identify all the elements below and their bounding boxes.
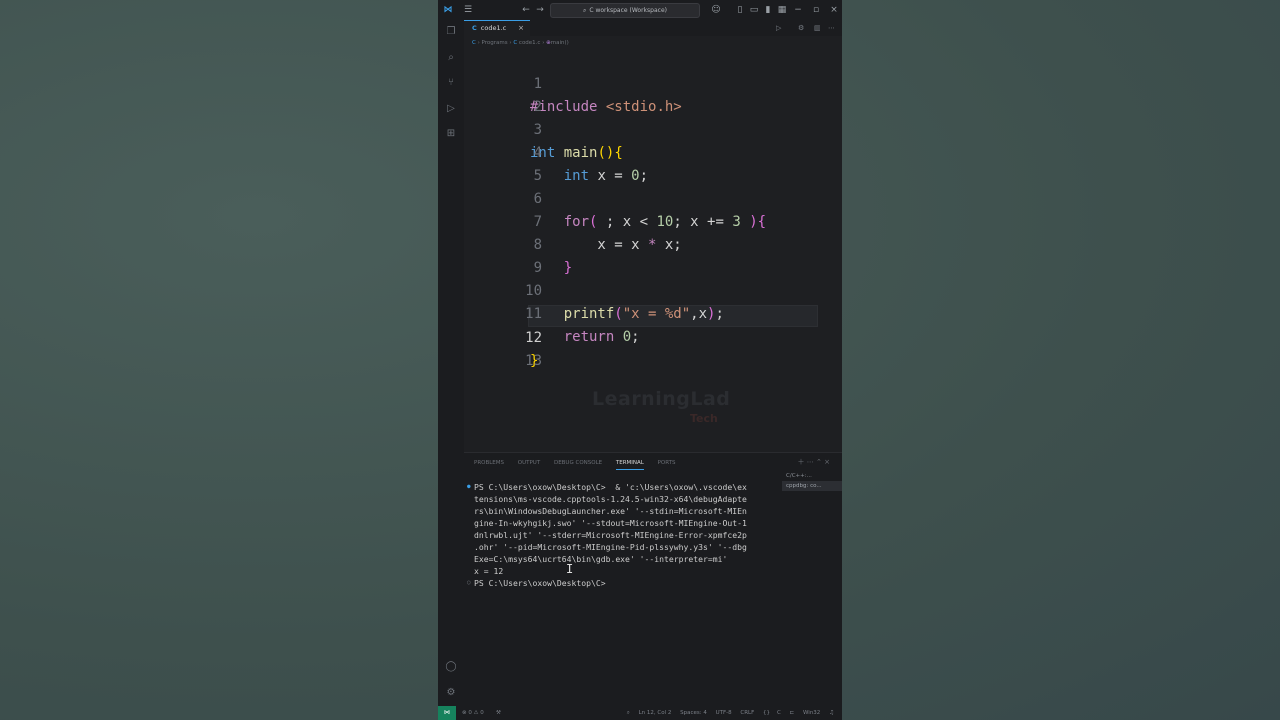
editor-tab-bar: Ccode1.c × ▷ ⚙ ▥ ⋯ xyxy=(464,20,842,36)
customize-layout-icon[interactable]: ▦ xyxy=(776,4,788,16)
bottom-panel: PROBLEMS OUTPUT DEBUG CONSOLE TERMINAL P… xyxy=(464,452,842,707)
layout-panel-icon[interactable]: ▭ xyxy=(748,4,760,16)
tab-debug-console[interactable]: DEBUG CONSOLE xyxy=(554,457,602,469)
command-status-icon: ● xyxy=(467,483,471,490)
language-braces-icon: {} xyxy=(763,710,771,716)
terminal-line: ● PS C:\Users\oxow\Desktop\C> & 'c:\Users… xyxy=(467,482,747,492)
code-line: 7 x = x * x; xyxy=(464,188,842,253)
code-line: 9 xyxy=(464,234,842,276)
code-line: 13 xyxy=(464,327,842,369)
indentation[interactable]: Spaces: 4 xyxy=(680,710,707,716)
copilot-icon[interactable]: ☺ xyxy=(710,4,722,16)
terminal-line: gine-In-wkyhgikj.swo' '--stdout=Microsof… xyxy=(474,518,747,528)
new-terminal-icon[interactable]: ＋ xyxy=(798,458,805,466)
command-center-search[interactable]: ⌕ C workspace (Workspace) xyxy=(550,3,700,18)
debug-settings-icon[interactable]: ⚙ xyxy=(798,24,804,32)
more-actions-icon[interactable]: ⋯ xyxy=(828,24,835,32)
zoom-icon[interactable]: ⌕ xyxy=(627,710,630,716)
close-tab-icon[interactable]: × xyxy=(518,21,524,36)
platform[interactable]: Win32 xyxy=(803,710,820,716)
explorer-icon[interactable]: ❐ xyxy=(445,26,457,38)
terminal-line: rs\bin\WindowsDebugLauncher.exe' '--stdi… xyxy=(474,506,747,516)
layout-secondary-icon[interactable]: ▮ xyxy=(762,4,774,16)
code-line: 3 int main(){ xyxy=(464,96,842,161)
maximize-icon[interactable]: ▫ xyxy=(810,4,822,16)
tab-label: code1.c xyxy=(480,24,507,32)
terminal-line: x = 12 xyxy=(474,566,504,576)
menu-icon[interactable]: ☰ xyxy=(462,4,474,16)
problems-count[interactable]: ⊗ 0 ⚠ 0 xyxy=(462,706,484,720)
notifications-bell-icon[interactable]: ♫ xyxy=(829,710,834,716)
code-line: 1 #include <stdio.h> xyxy=(464,50,842,115)
terminal-line: Exe=C:\msys64\ucrt64\bin\gdb.exe' '--int… xyxy=(474,554,728,564)
run-file-icon[interactable]: ▷ xyxy=(776,24,781,32)
code-line: 6 for( ; x < 10; x += 3 ){ xyxy=(464,165,842,230)
tab-code1-c[interactable]: Ccode1.c × xyxy=(464,20,530,36)
breadcrumb-file[interactable]: code1.c xyxy=(519,40,541,46)
extensions-icon[interactable]: ⊞ xyxy=(445,128,457,140)
activity-bar: ❐ ⌕ ⑂ ▷ ⊞ ◯ ⚙ xyxy=(438,20,464,706)
remote-indicator-icon[interactable]: ⋈ xyxy=(438,706,456,720)
code-line: 11 return 0; xyxy=(464,280,842,345)
tools-icon[interactable]: ⚒ xyxy=(496,706,501,720)
run-debug-icon[interactable]: ▷ xyxy=(445,103,457,115)
search-sidebar-icon[interactable]: ⌕ xyxy=(445,52,457,64)
settings-gear-icon[interactable]: ⚙ xyxy=(445,687,457,699)
account-icon[interactable]: ◯ xyxy=(445,661,457,673)
split-editor-icon[interactable]: ▥ xyxy=(814,24,821,32)
more-actions-icon[interactable]: ⋯ xyxy=(807,458,814,466)
code-line-active: 12 } xyxy=(464,304,842,369)
code-line: 10 printf("x = %d",x); xyxy=(464,257,842,322)
vscode-logo-icon: ⋈ xyxy=(443,5,453,15)
maximize-panel-icon[interactable]: ⌃ xyxy=(816,458,822,466)
terminal-output[interactable]: ● PS C:\Users\oxow\Desktop\C> & 'c:\Users… xyxy=(467,481,774,589)
tab-ports[interactable]: PORTS xyxy=(658,457,676,469)
terminal-line: .ohr' '--pid=Microsoft-MIEngine-Pid-plss… xyxy=(474,542,747,552)
tab-terminal[interactable]: TERMINAL xyxy=(615,457,644,470)
workspace-name: C workspace (Workspace) xyxy=(589,7,667,14)
back-arrow-icon[interactable]: ← xyxy=(520,4,532,16)
terminal-list: C/C++:... cppdbg: co... xyxy=(782,471,842,491)
minimize-icon[interactable]: − xyxy=(792,4,804,16)
terminal-list-item[interactable]: cppdbg: co... xyxy=(782,481,842,491)
command-status-icon: ○ xyxy=(467,579,471,586)
code-line: 5 xyxy=(464,142,842,184)
vscode-window: ⋈ ☰ ← → ⌕ C workspace (Workspace) ☺ ▯ ▭ ▮… xyxy=(438,0,842,720)
terminal-line: ○ PS C:\Users\oxow\Desktop\C> xyxy=(467,578,606,588)
breadcrumb-function[interactable]: main() xyxy=(551,40,569,46)
encoding[interactable]: UTF-8 xyxy=(716,710,732,716)
line-number: 13 xyxy=(525,353,542,369)
search-icon: ⌕ xyxy=(583,7,587,14)
cursor-position[interactable]: Ln 12, Col 2 xyxy=(639,710,672,716)
forward-arrow-icon[interactable]: → xyxy=(534,4,546,16)
code-line: 2 xyxy=(464,73,842,115)
code-editor[interactable]: LearningLad Tech 1 #include <stdio.h> 2 … xyxy=(464,50,842,450)
code-line: 8 } xyxy=(464,211,842,276)
status-bar: ⋈ ⊗ 0 ⚠ 0 ⚒ ⌕ Ln 12, Col 2 Spaces: 4 UTF… xyxy=(438,706,842,720)
breadcrumb-programs[interactable]: Programs xyxy=(482,40,508,46)
breadcrumb: C › Programs › C code1.c › ⊕main() xyxy=(472,38,569,48)
title-bar: ⋈ ☰ ← → ⌕ C workspace (Workspace) ☺ ▯ ▭ ▮… xyxy=(438,0,842,20)
source-control-icon[interactable]: ⑂ xyxy=(445,77,457,89)
language-mode[interactable]: C xyxy=(777,710,781,716)
layout-sidebar-icon[interactable]: ▯ xyxy=(734,4,746,16)
code-line: 4 int x = 0; xyxy=(464,119,842,184)
tab-output[interactable]: OUTPUT xyxy=(518,457,540,469)
close-panel-icon[interactable]: × xyxy=(824,458,830,466)
panel-actions: ＋ ⋯ ⌃ × xyxy=(798,457,830,467)
watermark-logo: LearningLad xyxy=(592,388,731,410)
terminal-list-item[interactable]: C/C++:... xyxy=(782,471,842,481)
panel-tabs: PROBLEMS OUTPUT DEBUG CONSOLE TERMINAL P… xyxy=(474,457,688,470)
watermark-logo-sub: Tech xyxy=(690,412,718,425)
terminal-line: tensions\ms-vscode.cpptools-1.24.5-win32… xyxy=(474,494,747,504)
mouse-ibeam-cursor: I xyxy=(566,562,574,576)
close-window-icon[interactable]: × xyxy=(828,4,840,16)
terminal-line: dnlrwbl.ujt' '--stderr=Microsoft-MIEngin… xyxy=(474,530,747,540)
bracket-icon: ⊏ xyxy=(789,710,795,716)
tab-problems[interactable]: PROBLEMS xyxy=(474,457,504,469)
end-of-line[interactable]: CRLF xyxy=(740,710,754,716)
c-file-icon: C xyxy=(472,24,477,32)
breadcrumb-c-folder[interactable]: C xyxy=(472,40,476,46)
status-right: ⌕ Ln 12, Col 2 Spaces: 4 UTF-8 CRLF {} C … xyxy=(620,706,834,720)
